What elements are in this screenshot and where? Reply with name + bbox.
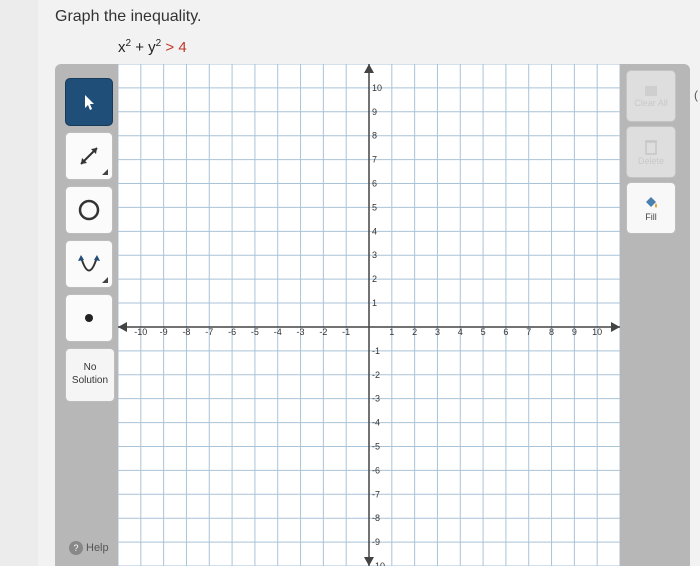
clear-all-label: Clear All [634,98,668,108]
x-tick-label: -3 [297,327,305,337]
y-tick-label: 6 [372,179,377,189]
line-tool-button[interactable] [65,132,113,180]
eq-operator: > [165,39,175,56]
pointer-arrow-icon [85,95,94,110]
eq-rhs: 4 [178,39,187,56]
tool-panel: No Solution ? Help [55,64,118,566]
trash-icon [645,140,657,155]
line-segment-icon [80,147,98,165]
x-tick-label: 9 [572,327,577,337]
eq-var-x: x [118,39,126,56]
x-axis-arrow-left [118,321,127,332]
graph-area[interactable]: -10 -9 -8 -7 -6 -5 -4 -3 -2 -1 1 2 3 4 5 6 7 8 9 10 10 9 8 7 6 5 4… [118,64,620,566]
x-tick-label: 10 [592,327,602,337]
x-tick-label: -1 [342,327,350,337]
no-solution-label-2: Solution [71,375,109,386]
eq-exp-x: 2 [125,38,132,49]
x-tick-label: -10 [134,327,147,337]
point-tool-button[interactable] [65,294,113,342]
expand-indicator [102,169,108,175]
fill-bucket-icon [646,197,657,208]
x-tick-label: 6 [503,327,508,337]
eq-var-y: y [148,39,156,56]
delete-button[interactable]: Delete [626,126,676,178]
fill-label: Fill [645,212,657,222]
x-tick-label: 7 [526,327,531,337]
y-tick-label: 1 [372,298,377,308]
x-tick-label: 1 [389,327,394,337]
y-tick-label: -10 [372,561,385,566]
y-tick-label: -9 [372,537,380,547]
y-tick-label: 5 [372,202,377,212]
coordinate-grid[interactable]: -10 -9 -8 -7 -6 -5 -4 -3 -2 -1 1 2 3 4 5 6 7 8 9 10 10 9 8 7 6 5 4… [118,64,620,566]
x-tick-label: 3 [435,327,440,337]
help-link[interactable]: ? Help [69,541,109,555]
right-tool-panel: Clear All Delete Fill [620,64,690,566]
y-tick-label: -8 [372,513,380,523]
pointer-tool-button[interactable] [65,78,113,126]
y-tick-label: -1 [372,346,380,356]
delete-label: Delete [637,156,664,166]
x-tick-label: -8 [182,327,190,337]
fill-button[interactable]: Fill [626,182,676,234]
page-left-strip [0,0,38,566]
y-tick-label: 3 [372,250,377,260]
x-tick-label: -9 [160,327,168,337]
clear-icon [645,86,657,96]
y-tick-label: -4 [372,418,380,428]
point-dot-icon [85,314,93,322]
expand-indicator [102,277,108,283]
y-tick-label: 2 [372,274,377,284]
question-prompt: Graph the inequality. [55,8,202,25]
help-label: Help [86,542,109,554]
x-tick-label: 2 [412,327,417,337]
y-axis-arrow-up [364,64,374,73]
y-tick-label: -2 [372,370,380,380]
y-tick-label: 8 [372,131,377,141]
no-solution-label-1: No [83,362,97,373]
x-axis-arrow-right [611,321,620,332]
no-solution-button[interactable]: No Solution [65,348,115,402]
y-tick-label: -7 [372,489,380,499]
x-tick-label: -4 [274,327,282,337]
parabola-tool-button[interactable] [65,240,113,288]
y-tick-label: 7 [372,155,377,165]
x-tick-label: 8 [549,327,554,337]
eq-exp-y: 2 [155,38,162,49]
x-tick-label: 4 [458,327,463,337]
y-tick-label: -5 [372,441,380,451]
x-tick-label: 5 [481,327,486,337]
eq-plus: + [135,39,144,56]
y-tick-label: 10 [372,83,382,93]
x-tick-label: -6 [228,327,236,337]
y-tick-label: 9 [372,107,377,117]
y-tick-label: -6 [372,465,380,475]
x-tick-label: -7 [205,327,213,337]
edge-glyph: ( [694,88,698,102]
x-tick-label: -2 [319,327,327,337]
circle-tool-button[interactable] [65,186,113,234]
y-tick-label: -3 [372,394,380,404]
x-tick-label: -5 [251,327,259,337]
clear-all-button[interactable]: Clear All [626,70,676,122]
y-tick-label: 4 [372,226,377,236]
parabola-icon [78,255,100,272]
help-icon: ? [69,541,83,555]
circle-icon [78,199,100,221]
inequality-equation: x2 + y2 > 4 [118,38,187,56]
